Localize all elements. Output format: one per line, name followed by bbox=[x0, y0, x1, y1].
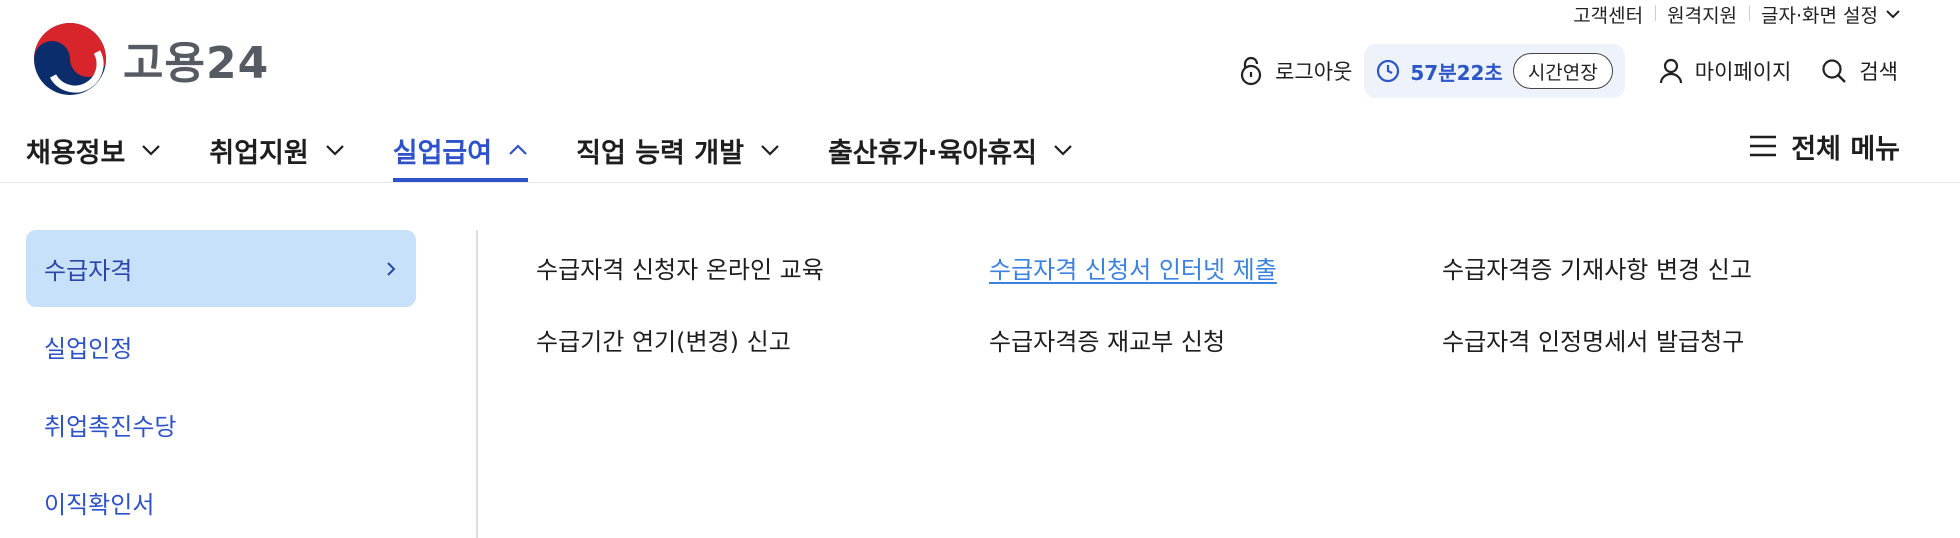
remote-support-label: 원격지원 bbox=[1667, 4, 1738, 27]
search-label: 검색 bbox=[1859, 60, 1898, 84]
side-item-label: 수급자격 bbox=[44, 257, 133, 285]
mypage-link[interactable]: 마이페이지 bbox=[1659, 56, 1792, 86]
side-item-label: 실업인정 bbox=[44, 335, 133, 363]
side-item-unemployment-recognition[interactable]: 실업인정 bbox=[26, 308, 416, 385]
logout-label: 로그아웃 bbox=[1275, 60, 1353, 84]
submenu-link-online-education[interactable]: 수급자격 신청자 온라인 교육 bbox=[536, 250, 824, 285]
logout-button[interactable]: 로그아웃 bbox=[1239, 56, 1352, 86]
side-item-label: 이직확인서 bbox=[44, 491, 155, 519]
gnb-label: 직업 능력 개발 bbox=[576, 137, 744, 169]
extend-time-button[interactable]: 시간연장 bbox=[1512, 53, 1613, 89]
timer-text: 57분22초 bbox=[1410, 60, 1503, 85]
display-settings-dropdown[interactable]: 글자·화면 설정 bbox=[1749, 1, 1900, 28]
logo-text: 고용24 bbox=[123, 38, 270, 89]
all-menu-label: 전체 메뉴 bbox=[1791, 133, 1900, 165]
mypage-label: 마이페이지 bbox=[1694, 60, 1792, 84]
session-timer: 57분22초 시간연장 bbox=[1364, 44, 1625, 98]
search-button[interactable]: 검색 bbox=[1821, 56, 1898, 86]
side-item-label: 취업촉진수당 bbox=[44, 413, 177, 441]
side-item-reemployment-allowance[interactable]: 취업촉진수당 bbox=[26, 386, 416, 463]
gnb-label: 출산휴가·육아휴직 bbox=[827, 137, 1037, 169]
submenu-link-online-application[interactable]: 수급자격 신청서 인터넷 제출 bbox=[989, 250, 1277, 285]
chevron-up-icon bbox=[509, 144, 527, 155]
gnb-label: 실업급여 bbox=[392, 137, 493, 169]
submenu-link-change-report[interactable]: 수급자격증 기재사항 변경 신고 bbox=[1442, 250, 1752, 285]
gnb-label: 채용정보 bbox=[26, 137, 126, 169]
side-item-separation-confirmation[interactable]: 이직확인서 bbox=[26, 464, 416, 538]
gnb-item-parental-leave[interactable]: 출산휴가·육아휴직 bbox=[828, 118, 1073, 182]
customer-center-label: 고객센터 bbox=[1573, 4, 1644, 27]
submenu-sidebar: 수급자격 실업인정 취업촉진수당 이직확인서 bbox=[26, 230, 416, 538]
header-actions: 로그아웃 57분22초 시간연장 마이페이지 검색 bbox=[1239, 44, 1898, 98]
submenu-link-period-extension[interactable]: 수급기간 연기(변경) 신고 bbox=[536, 322, 791, 357]
gnb-item-jobs[interactable]: 채용정보 bbox=[26, 118, 161, 182]
chevron-down-icon bbox=[142, 145, 161, 156]
lock-icon bbox=[1240, 56, 1262, 86]
gnb-divider bbox=[0, 182, 1960, 183]
search-icon bbox=[1822, 59, 1847, 83]
gnb-label: 취업지원 bbox=[209, 137, 309, 169]
side-item-eligibility[interactable]: 수급자격 bbox=[26, 230, 416, 307]
chevron-down-icon bbox=[325, 145, 344, 156]
clock-icon bbox=[1377, 59, 1400, 83]
gnb-item-skills-development[interactable]: 직업 능력 개발 bbox=[576, 118, 780, 182]
remote-support-link[interactable]: 원격지원 bbox=[1655, 1, 1749, 28]
chevron-down-icon bbox=[761, 145, 779, 156]
gnb-item-employment-support[interactable]: 취업지원 bbox=[209, 118, 344, 182]
all-menu-button[interactable]: 전체 메뉴 bbox=[1749, 118, 1900, 174]
global-nav: 채용정보 취업지원 실업급여 직업 능력 개발 출산휴가·육아휴직 bbox=[26, 118, 1121, 182]
submenu-link-reissue[interactable]: 수급자격증 재교부 신청 bbox=[989, 322, 1225, 357]
site-logo[interactable]: 고용24 bbox=[33, 22, 269, 96]
gnb-item-unemployment-benefits[interactable]: 실업급여 bbox=[392, 118, 529, 182]
hamburger-icon bbox=[1750, 135, 1777, 157]
user-icon bbox=[1659, 58, 1682, 84]
utility-bar: 고객센터 원격지원 글자·화면 설정 bbox=[1561, 0, 1900, 28]
taegeuk-logo-icon bbox=[34, 23, 106, 95]
chevron-right-icon bbox=[387, 261, 396, 276]
chevron-down-icon bbox=[1054, 145, 1072, 156]
display-settings-label: 글자·화면 설정 bbox=[1761, 4, 1878, 27]
chevron-down-icon bbox=[1886, 10, 1900, 19]
submenu-link-certificate-request[interactable]: 수급자격 인정명세서 발급청구 bbox=[1442, 322, 1744, 357]
submenu-divider bbox=[476, 230, 478, 538]
customer-center-link[interactable]: 고객센터 bbox=[1561, 1, 1655, 28]
